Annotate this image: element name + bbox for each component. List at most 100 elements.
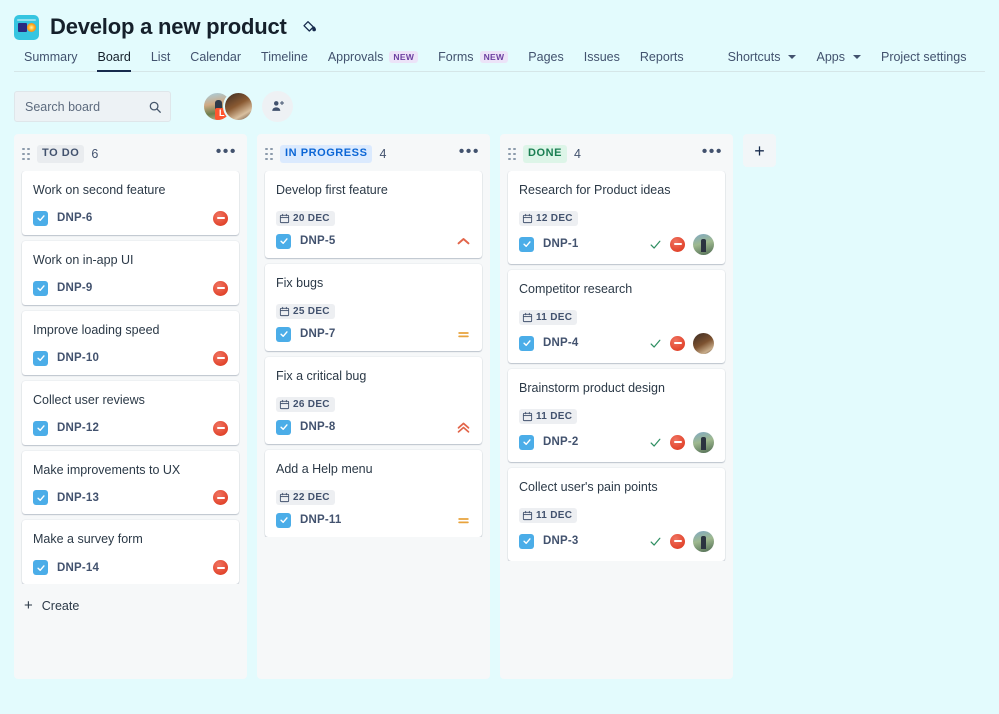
nav-tab-apps[interactable]: Apps: [806, 46, 871, 72]
card-assignee-avatar[interactable]: [693, 431, 714, 453]
nav-tab-label: Calendar: [190, 50, 242, 64]
card-issue-key[interactable]: DNP-13: [57, 492, 99, 504]
card-due-date[interactable]: 26 DEC: [276, 396, 335, 412]
board-card[interactable]: Work on second feature DNP-6: [22, 171, 239, 235]
card-footer-right: [456, 327, 471, 342]
task-type-icon[interactable]: [276, 512, 291, 528]
card-issue-key[interactable]: DNP-12: [57, 422, 99, 434]
task-type-icon[interactable]: [276, 326, 291, 342]
task-type-icon[interactable]: [276, 233, 291, 249]
task-type-icon[interactable]: [276, 419, 291, 435]
nav-tab-forms[interactable]: Forms NEW: [428, 46, 518, 72]
nav-tab-issues[interactable]: Issues: [574, 46, 630, 72]
card-issue-key[interactable]: DNP-2: [543, 436, 579, 448]
card-issue-key[interactable]: DNP-4: [543, 337, 579, 349]
card-issue-key[interactable]: DNP-14: [57, 562, 99, 574]
card-footer: DNP-12: [33, 420, 228, 436]
board-card[interactable]: Make a survey form DNP-14: [22, 520, 239, 585]
more-options-icon[interactable]: •••: [459, 144, 480, 164]
task-type-icon[interactable]: [33, 420, 48, 436]
card-assignee-avatar[interactable]: [693, 332, 714, 354]
board-card[interactable]: Research for Product ideas 12 DEC DNP-1: [508, 171, 725, 264]
card-issue-key[interactable]: DNP-1: [543, 238, 579, 250]
more-options-icon[interactable]: •••: [702, 144, 723, 164]
board-card[interactable]: Fix a critical bug 26 DEC DNP-8: [265, 356, 482, 444]
board-card[interactable]: Develop first feature 20 DEC DNP-5: [265, 171, 482, 258]
card-footer-right: [213, 350, 228, 366]
card-footer: DNP-10: [33, 350, 228, 366]
drag-handle-icon[interactable]: [265, 147, 274, 160]
board-column: IN PROGRESS 4 ••• Develop first feature 20 D…: [257, 134, 490, 679]
create-card-label: Create: [41, 598, 80, 613]
card-assignee-avatar[interactable]: [693, 233, 714, 255]
nav-tab-shortcuts[interactable]: Shortcuts: [718, 46, 807, 72]
avatar[interactable]: [223, 91, 254, 122]
nav-tab-pages[interactable]: Pages: [518, 46, 573, 72]
board-card[interactable]: Competitor research 11 DEC DNP-4: [508, 269, 725, 363]
card-issue-key[interactable]: DNP-3: [543, 535, 579, 547]
task-type-icon[interactable]: [519, 335, 534, 351]
task-type-icon[interactable]: [33, 560, 48, 576]
board-card[interactable]: Collect user reviews DNP-12: [22, 380, 239, 445]
card-assignee-avatar[interactable]: [693, 530, 714, 552]
card-issue-key[interactable]: DNP-11: [300, 514, 341, 526]
board-card[interactable]: Collect user's pain points 11 DEC DNP-3: [508, 467, 725, 561]
priority-highest-icon[interactable]: [456, 420, 471, 435]
card-issue-key[interactable]: DNP-7: [300, 328, 336, 340]
create-card-button[interactable]: + Create: [14, 588, 247, 623]
card-issue-key[interactable]: DNP-6: [57, 212, 93, 224]
nav-tab-project-settings[interactable]: Project settings: [871, 46, 976, 72]
card-due-date[interactable]: 11 DEC: [519, 408, 578, 424]
board-card[interactable]: Brainstorm product design 11 DEC DNP-2: [508, 368, 725, 462]
priority-medium-icon[interactable]: [456, 327, 471, 342]
card-due-date[interactable]: 11 DEC: [519, 309, 578, 325]
priority-blocker-icon[interactable]: [213, 490, 228, 506]
drag-handle-icon[interactable]: [22, 147, 31, 160]
task-type-icon[interactable]: [519, 236, 534, 252]
task-type-icon[interactable]: [33, 280, 48, 296]
priority-blocker-icon[interactable]: [670, 335, 685, 351]
priority-blocker-icon[interactable]: [213, 210, 228, 226]
board-card[interactable]: Fix bugs 25 DEC DNP-7: [265, 263, 482, 351]
add-person-icon[interactable]: [262, 91, 293, 122]
more-options-icon[interactable]: •••: [216, 144, 237, 164]
board-card[interactable]: Work on in-app UI DNP-9: [22, 240, 239, 305]
priority-blocker-icon[interactable]: [213, 280, 228, 296]
card-issue-key[interactable]: DNP-5: [300, 235, 336, 247]
priority-blocker-icon[interactable]: [213, 560, 228, 576]
priority-blocker-icon[interactable]: [670, 533, 685, 549]
nav-tab-reports[interactable]: Reports: [630, 46, 694, 72]
paint-bucket-icon[interactable]: [300, 17, 320, 37]
nav-tab-timeline[interactable]: Timeline: [251, 46, 318, 72]
drag-handle-icon[interactable]: [508, 147, 517, 160]
nav-tab-calendar[interactable]: Calendar: [180, 46, 251, 72]
card-issue-key[interactable]: DNP-9: [57, 282, 93, 294]
card-due-date[interactable]: 11 DEC: [519, 507, 578, 523]
priority-blocker-icon[interactable]: [670, 236, 685, 252]
task-type-icon[interactable]: [33, 350, 48, 366]
card-due-date[interactable]: 22 DEC: [276, 489, 335, 505]
nav-tab-summary[interactable]: Summary: [14, 46, 87, 72]
card-due-date[interactable]: 12 DEC: [519, 210, 578, 226]
search-input[interactable]: Search board: [14, 91, 171, 122]
card-due-date[interactable]: 20 DEC: [276, 210, 335, 226]
nav-tab-board[interactable]: Board: [87, 46, 140, 72]
priority-medium-icon[interactable]: [456, 513, 471, 528]
card-issue-key[interactable]: DNP-8: [300, 421, 336, 433]
nav-tab-list[interactable]: List: [141, 46, 180, 72]
task-type-icon[interactable]: [33, 210, 48, 226]
priority-blocker-icon[interactable]: [670, 434, 685, 450]
task-type-icon[interactable]: [519, 434, 534, 450]
add-column-button[interactable]: +: [743, 134, 776, 167]
board-card[interactable]: Add a Help menu 22 DEC DNP-11: [265, 449, 482, 537]
card-due-date[interactable]: 25 DEC: [276, 303, 335, 319]
priority-blocker-icon[interactable]: [213, 420, 228, 436]
board-card[interactable]: Improve loading speed DNP-10: [22, 310, 239, 375]
card-issue-key[interactable]: DNP-10: [57, 352, 99, 364]
priority-blocker-icon[interactable]: [213, 350, 228, 366]
priority-high-icon[interactable]: [456, 234, 471, 249]
nav-tab-approvals[interactable]: Approvals NEW: [318, 46, 428, 72]
task-type-icon[interactable]: [519, 533, 534, 549]
task-type-icon[interactable]: [33, 490, 48, 506]
board-card[interactable]: Make improvements to UX DNP-13: [22, 450, 239, 515]
